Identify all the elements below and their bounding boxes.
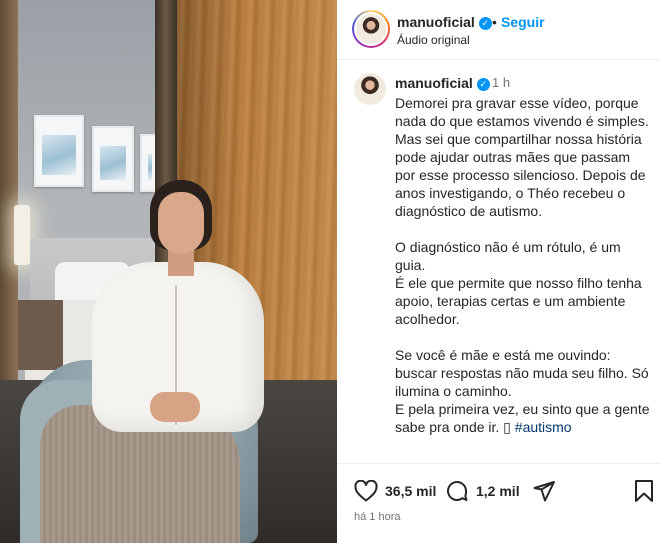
like-group: 36,5 mil	[354, 478, 436, 504]
reel-video[interactable]	[0, 0, 337, 543]
caption-section: manuoficial ✓ 1 h Demorei pra gravar esse…	[337, 61, 660, 463]
share-group	[532, 478, 556, 504]
video-scene	[0, 0, 337, 543]
header-username[interactable]: manuoficial	[397, 14, 475, 30]
separator-dot: •	[492, 14, 497, 30]
bookmark-icon[interactable]	[634, 479, 654, 503]
caption-username[interactable]: manuoficial	[395, 75, 473, 91]
avatar	[356, 14, 386, 44]
nightstand	[18, 300, 63, 370]
caption-avatar[interactable]	[354, 73, 386, 105]
post-panel: manuoficial ✓ • Seguir Áudio original man…	[337, 0, 660, 543]
person-hands	[150, 392, 200, 422]
comment-group: 1,2 mil	[445, 478, 520, 504]
post-header: manuoficial ✓ • Seguir Áudio original	[337, 0, 660, 60]
caption-body: Demorei pra gravar esse vídeo, porque na…	[395, 95, 650, 435]
like-count[interactable]: 36,5 mil	[385, 483, 436, 499]
story-avatar[interactable]	[352, 10, 390, 48]
verified-badge-icon: ✓	[476, 77, 490, 91]
lamp	[14, 205, 30, 265]
audio-link[interactable]: Áudio original	[397, 33, 470, 47]
wall-picture	[92, 126, 134, 192]
follow-button[interactable]: Seguir	[501, 14, 545, 30]
verified-badge-icon: ✓	[478, 16, 492, 30]
comment-count[interactable]: 1,2 mil	[476, 483, 520, 499]
caption-time: 1 h	[492, 75, 511, 90]
action-bar: 36,5 mil 1,2 mil há 1 hora	[337, 463, 660, 543]
comment-bubble-icon[interactable]	[445, 479, 469, 503]
wall-picture	[34, 115, 84, 187]
hashtag-link[interactable]: #autismo	[515, 419, 572, 435]
heart-icon[interactable]	[354, 480, 378, 502]
caption-username-row: manuoficial ✓	[395, 75, 490, 91]
caption-text: Demorei pra gravar esse vídeo, porque na…	[395, 94, 650, 436]
save-group	[634, 478, 654, 504]
post-timestamp: há 1 hora	[354, 511, 401, 523]
paper-plane-icon[interactable]	[532, 479, 556, 503]
header-username-row: manuoficial ✓	[397, 14, 492, 30]
person-face	[158, 192, 204, 254]
